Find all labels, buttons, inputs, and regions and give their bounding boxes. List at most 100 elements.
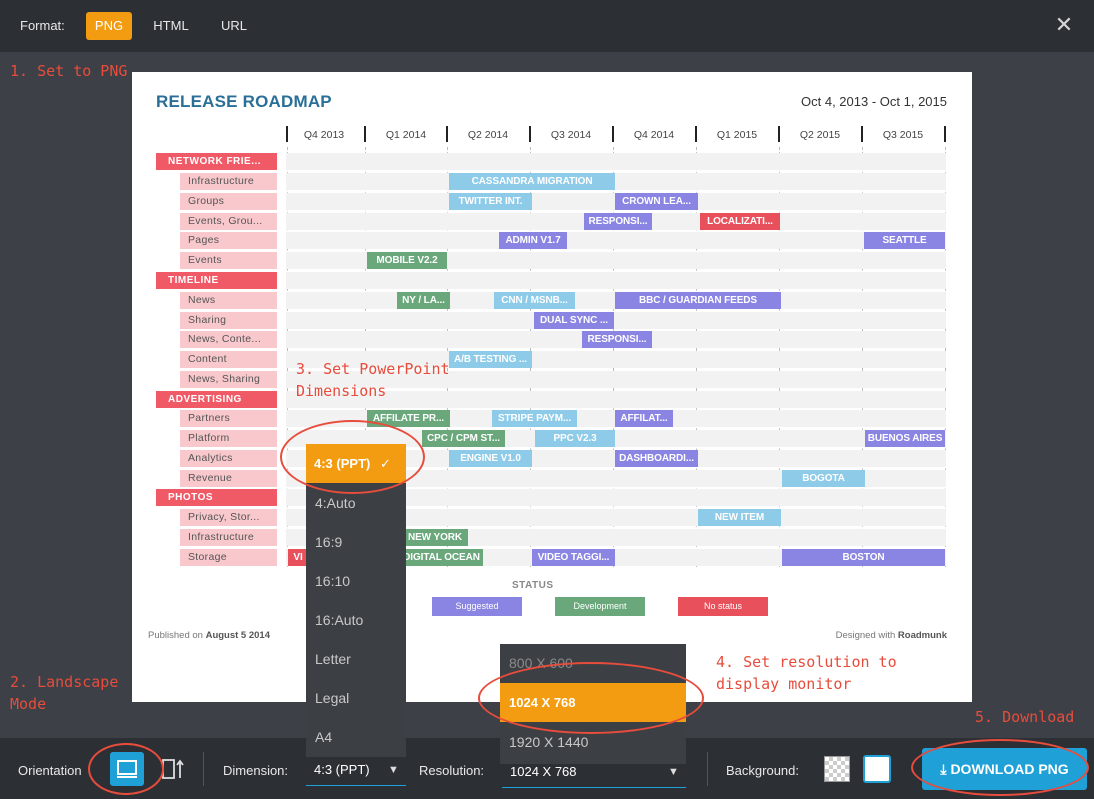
roadmap-bar: RESPONSI... [582, 331, 652, 348]
quarter-label: Q3 2014 [550, 129, 592, 141]
category-advertising: ADVERTISING [156, 391, 277, 408]
annotation-step5: 5. Download [975, 708, 1075, 726]
legend-development: Development [555, 597, 645, 616]
legend-no-status: No status [678, 597, 768, 616]
roadmap-bar: DUAL SYNC ... [534, 312, 614, 329]
quarter-label: Q1 2014 [385, 129, 427, 141]
roadmap-bar: LOCALIZATI... [700, 213, 780, 230]
roadmap-bar: NEW YORK [402, 529, 468, 546]
roadmap-bar: MOBILE V2.2 [367, 252, 447, 269]
roadmap-preview: RELEASE ROADMAP Oct 4, 2013 - Oct 1, 201… [132, 72, 972, 702]
roadmap-bar: VIDEO TAGGI... [532, 549, 615, 566]
roadmap-bar: BOGOTA [782, 470, 865, 487]
row-label: Infrastructure [180, 529, 277, 546]
roadmap-bar: AFFILAT... [615, 410, 673, 427]
roadmap-title: RELEASE ROADMAP [156, 92, 332, 111]
roadmap-bar: PPC V2.3 [535, 430, 615, 447]
dimension-option[interactable]: A4 [306, 718, 406, 757]
designed-note: Designed with Roadmunk [812, 630, 947, 641]
annotation-ring-dimension [280, 420, 425, 494]
row-label: Pages [180, 232, 277, 249]
quarter-tick [944, 126, 946, 142]
row-label: Events [180, 252, 277, 269]
format-label: Format: [20, 18, 65, 33]
row-label: Infrastructure [180, 173, 277, 190]
dimension-option[interactable]: Letter [306, 640, 406, 679]
row-label: Privacy, Stor... [180, 509, 277, 526]
row-background [286, 153, 946, 170]
roadmap-bar: CROWN LEA... [615, 193, 698, 210]
published-prefix: Published on [148, 630, 206, 641]
row-label: News, Sharing [180, 371, 277, 388]
annotation-ring-download [911, 739, 1089, 796]
dimension-option[interactable]: Legal [306, 679, 406, 718]
roadmap-bar: BUENOS AIRES [865, 430, 945, 447]
row-label: Platform [180, 430, 277, 447]
annotation-ring-landscape [88, 743, 164, 795]
row-background [286, 272, 946, 289]
dimension-option[interactable]: 16:9 [306, 523, 406, 562]
transparent-bg-icon[interactable] [824, 756, 850, 782]
quarter-label: Q3 2015 [882, 129, 924, 141]
status-legend-title: STATUS [512, 580, 554, 591]
row-background [286, 232, 946, 249]
designed-brand: Roadmunk [897, 630, 947, 641]
row-label: News [180, 292, 277, 309]
roadmap-bar: SEATTLE [864, 232, 945, 249]
format-png-button[interactable]: PNG [86, 12, 132, 40]
category-photos: PHOTOS [156, 489, 277, 506]
white-bg-icon[interactable] [863, 755, 891, 783]
toolbar-divider [203, 752, 204, 786]
quarter-label: Q2 2015 [799, 129, 841, 141]
close-icon[interactable]: ✕ [1052, 12, 1076, 40]
resolution-label: Resolution: [419, 763, 485, 778]
format-html-button[interactable]: HTML [148, 12, 194, 40]
roadmap-bar: NEW ITEM [698, 509, 781, 526]
row-background [286, 312, 946, 329]
resolution-select-value: 1024 X 768 [510, 764, 577, 779]
row-background [286, 173, 946, 190]
dimension-label: Dimension: [223, 763, 289, 778]
category-timeline: TIMELINE [156, 272, 277, 289]
roadmap-bar: DASHBOARDI... [615, 450, 698, 467]
annotation-step3: 3. Set PowerPoint Dimensions [296, 360, 450, 400]
row-label: Partners [180, 410, 277, 427]
quarter-label: Q2 2014 [467, 129, 509, 141]
row-label: Sharing [180, 312, 277, 329]
roadmap-bar: ADMIN V1.7 [499, 232, 567, 249]
row-label: Analytics [180, 450, 277, 467]
top-bar: Format: PNG HTML URL ✕ [0, 0, 1094, 52]
annotation-ring-resolution [478, 662, 704, 734]
row-label: Storage [180, 549, 277, 566]
roadmap-bar: DIGITAL OCEAN [400, 549, 483, 566]
annotation-step4: 4. Set resolution to display monitor [716, 653, 897, 693]
dimension-option[interactable]: 16:10 [306, 562, 406, 601]
roadmap-bar: CASSANDRA MIGRATION [449, 173, 615, 190]
row-label: News, Conte... [180, 331, 277, 348]
quarter-label: Q4 2013 [303, 129, 345, 141]
roadmap-bar: STRIPE PAYM... [492, 410, 577, 427]
roadmap-bar: BBC / GUARDIAN FEEDS [615, 292, 781, 309]
background-label: Background: [726, 763, 799, 778]
roadmap-bar: TWITTER INT. [449, 193, 532, 210]
category-network: NETWORK FRIE... [156, 153, 277, 170]
toolbar-divider [707, 752, 708, 786]
roadmap-bar: A/B TESTING ... [449, 351, 532, 368]
published-date: August 5 2014 [205, 630, 270, 641]
roadmap-bar: ENGINE V1.0 [449, 450, 532, 467]
quarter-label: Q1 2015 [716, 129, 758, 141]
roadmap-bar: BOSTON [782, 549, 945, 566]
roadmap-bar: VI [288, 549, 308, 566]
annotation-step1: 1. Set to PNG [10, 62, 128, 80]
dimension-select[interactable]: 4:3 (PPT) ▼ [306, 756, 406, 786]
roadmap-bar: RESPONSI... [584, 213, 652, 230]
row-label: Content [180, 351, 277, 368]
dimension-option[interactable]: 16:Auto [306, 601, 406, 640]
row-label: Events, Grou... [180, 213, 277, 230]
row-label: Revenue [180, 470, 277, 487]
roadmap-bar: NY / LA... [397, 292, 450, 309]
dimension-select-value: 4:3 (PPT) [314, 762, 370, 777]
quarter-label: Q4 2014 [633, 129, 675, 141]
roadmap-date-range: Oct 4, 2013 - Oct 1, 2015 [801, 94, 947, 109]
format-url-button[interactable]: URL [212, 12, 256, 40]
